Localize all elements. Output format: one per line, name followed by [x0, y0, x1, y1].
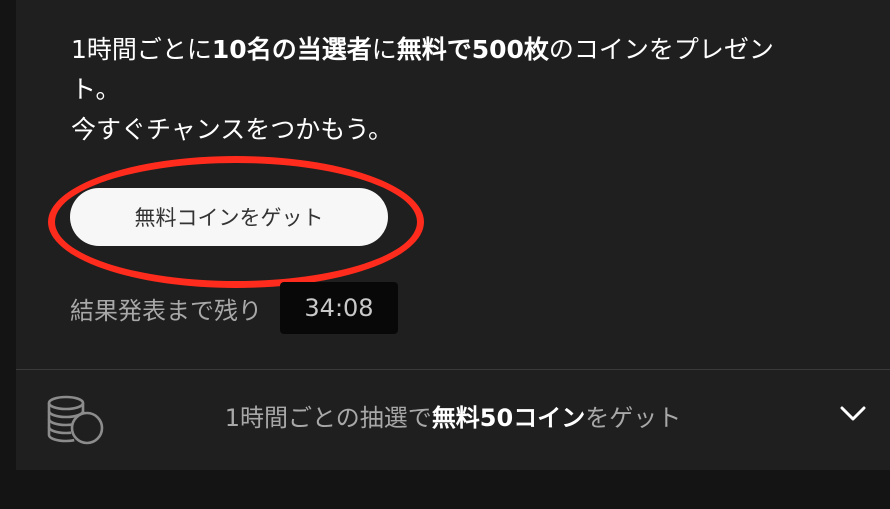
- promo-text: に: [371, 35, 397, 64]
- promo-text: のコインをプレゼン: [548, 35, 774, 64]
- footer-text: をゲット: [585, 404, 682, 432]
- coin-promo-panel: 1時間ごとに10名の当選者に無料で500枚のコインをプレゼント。 今すぐチャンス…: [16, 0, 890, 470]
- countdown: 結果発表まで残り 34:08: [70, 282, 398, 334]
- get-free-coins-button[interactable]: 無料コインをゲット: [70, 188, 388, 246]
- promo-call-to-action-text: 今すぐチャンスをつかもう。: [71, 115, 394, 144]
- chevron-down-icon[interactable]: [840, 406, 866, 426]
- countdown-label: 結果発表まで残り: [70, 296, 262, 325]
- countdown-timer: 34:08: [280, 282, 398, 334]
- hourly-draw-accordion-header[interactable]: 1時間ごとの抽選で無料50コインをゲット: [16, 370, 890, 470]
- promo-message: 1時間ごとに10名の当選者に無料で500枚のコインをプレゼント。 今すぐチャンス…: [71, 30, 851, 150]
- footer-text: 1時間ごとの抽選で: [224, 404, 432, 432]
- footer-amount: 無料50コイン: [431, 404, 586, 432]
- hourly-draw-summary: 1時間ごとの抽選で無料50コインをゲット: [16, 398, 890, 433]
- promo-text: 1時間ごとに: [71, 35, 212, 64]
- promo-amount: 無料で500枚: [396, 35, 549, 64]
- promo-winners: 10名の当選者: [211, 35, 372, 64]
- promo-text: ト。: [71, 75, 121, 104]
